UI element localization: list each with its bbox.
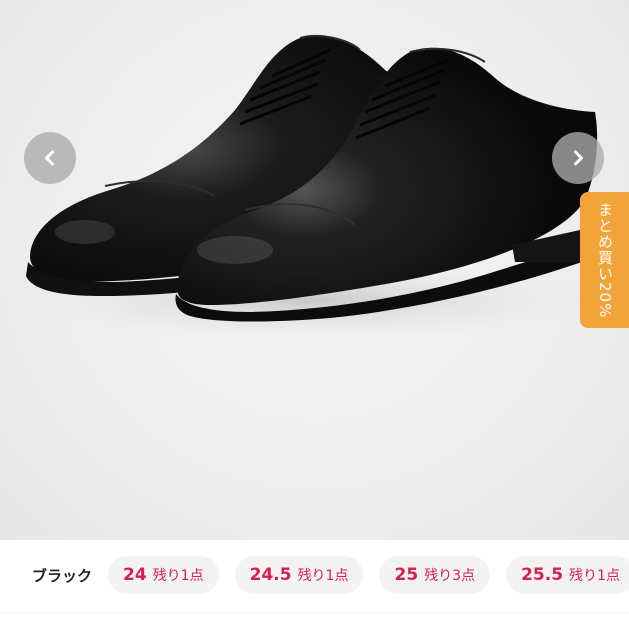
previous-image-button[interactable] (24, 132, 76, 184)
size-value: 25.5 (521, 565, 564, 585)
chevron-left-icon (45, 150, 54, 166)
stock-remaining: 残り1点 (152, 568, 204, 584)
product-image-gallery[interactable]: まとめ買い20% (0, 0, 629, 540)
product-photo (20, 34, 600, 342)
next-image-button[interactable] (552, 132, 604, 184)
stock-remaining: 残り1点 (569, 568, 620, 584)
size-chip-25[interactable]: 25 残り3点 (379, 556, 491, 594)
size-value: 25 (394, 565, 419, 585)
stock-remaining: 残り1点 (297, 568, 349, 584)
bulk-discount-tab[interactable]: まとめ買い20% (580, 192, 629, 328)
chevron-right-icon (574, 150, 583, 166)
size-chip-24[interactable]: 24 残り1点 (108, 556, 219, 594)
variant-selector: ブラック 24 残り1点 24.5 残り1点 25 残り3点 25.5 残り1点 (0, 544, 629, 606)
bulk-discount-label: まとめ買い20% (596, 201, 614, 319)
color-label: ブラック (32, 566, 93, 585)
size-chip-24-5[interactable]: 24.5 残り1点 (234, 556, 364, 594)
stock-remaining: 残り3点 (424, 568, 476, 584)
size-value: 24.5 (249, 565, 292, 585)
size-value: 24 (123, 565, 147, 585)
size-chip-25-5[interactable]: 25.5 残り1点 (506, 556, 629, 594)
divider (0, 612, 629, 613)
